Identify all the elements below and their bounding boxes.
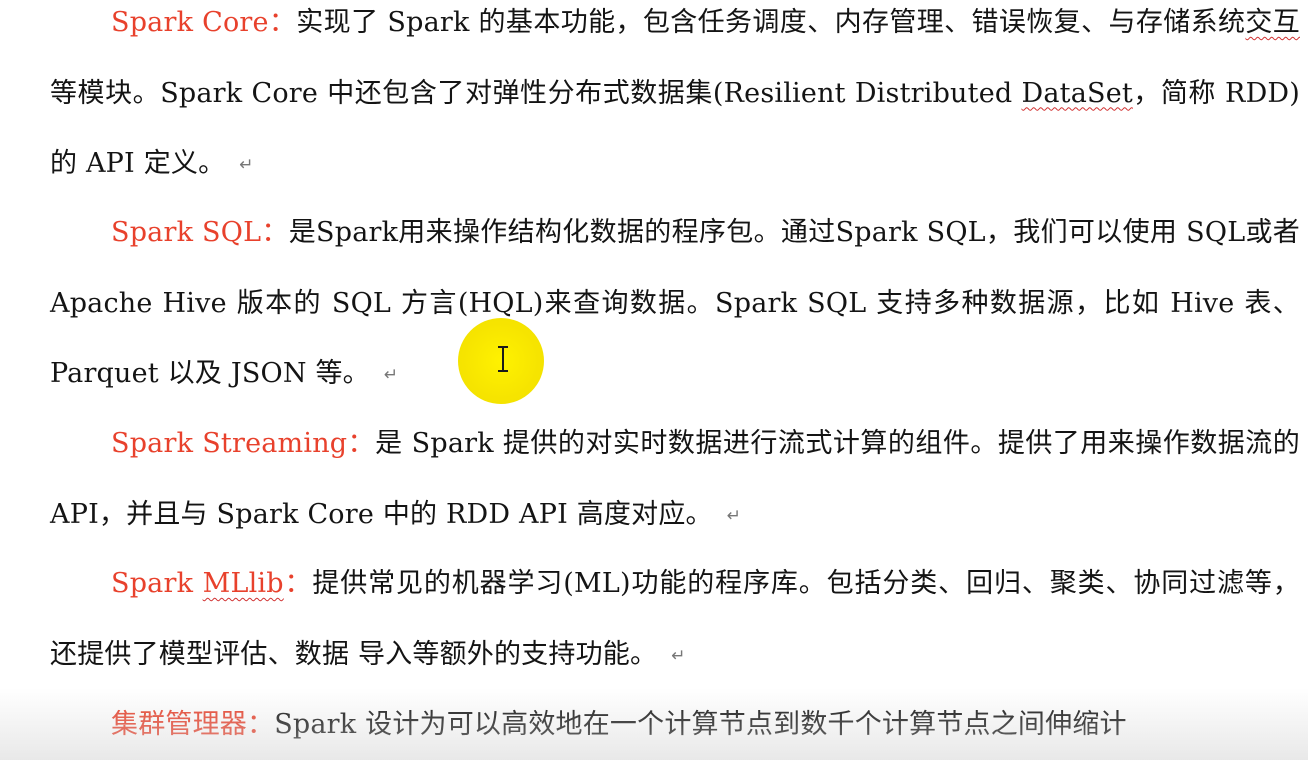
term-cluster-manager: 集群管理器： bbox=[111, 709, 275, 740]
paragraph-mark-icon: ↵ bbox=[383, 365, 399, 385]
paragraph-spark-core[interactable]: Spark Core：实现了 Spark 的基本功能，包含任务调度、内存管理、错… bbox=[50, 0, 1300, 201]
document-page: Spark Core：实现了 Spark 的基本功能，包含任务调度、内存管理、错… bbox=[0, 0, 1308, 760]
paragraph-text: 实现了 Spark 的基本功能，包含任务调度、内存管理、错误恢复、与存储系统 bbox=[296, 7, 1246, 38]
term-part: ： bbox=[283, 568, 313, 599]
term-spark-core: Spark Core： bbox=[111, 7, 297, 38]
paragraph-mark-icon: ↵ bbox=[726, 505, 742, 526]
term-spark-streaming: Spark Streaming： bbox=[111, 428, 376, 459]
spell-flagged-word[interactable]: 交互 bbox=[1245, 7, 1300, 38]
paragraph-mark-icon: ↵ bbox=[671, 645, 686, 666]
paragraph-text: 等模块。Spark Core 中还包含了对弹性分布式数据集(Resilient … bbox=[50, 77, 1022, 109]
paragraph-spark-streaming[interactable]: Spark Streaming：是 Spark 提供的对实时数据进行流式计算的组… bbox=[50, 409, 1300, 551]
term-spark-mllib: Spark MLlib： bbox=[111, 568, 312, 599]
term-part: Spark bbox=[111, 568, 203, 599]
paragraph-spark-mllib[interactable]: Spark MLlib：提供常见的机器学习(ML)功能的程序库。包括分类、回归、… bbox=[50, 549, 1300, 691]
paragraph-text: Spark 设计为可以高效地在一个计算节点到数千个计算节点之间伸缩计 bbox=[274, 709, 1127, 740]
paragraph-spark-sql[interactable]: Spark SQL：是Spark用来操作结构化数据的程序包。通过Spark SQ… bbox=[50, 198, 1300, 411]
ibeam-cursor-icon bbox=[497, 346, 509, 372]
term-spark-sql: Spark SQL： bbox=[111, 217, 289, 248]
paragraph-cluster-manager[interactable]: 集群管理器：Spark 设计为可以高效地在一个计算节点到数千个计算节点之间伸缩计 bbox=[50, 690, 1300, 761]
spell-flagged-word[interactable]: MLlib bbox=[203, 568, 284, 599]
spell-flagged-word[interactable]: DataSet bbox=[1022, 78, 1133, 109]
paragraph-mark-icon: ↵ bbox=[239, 155, 254, 175]
